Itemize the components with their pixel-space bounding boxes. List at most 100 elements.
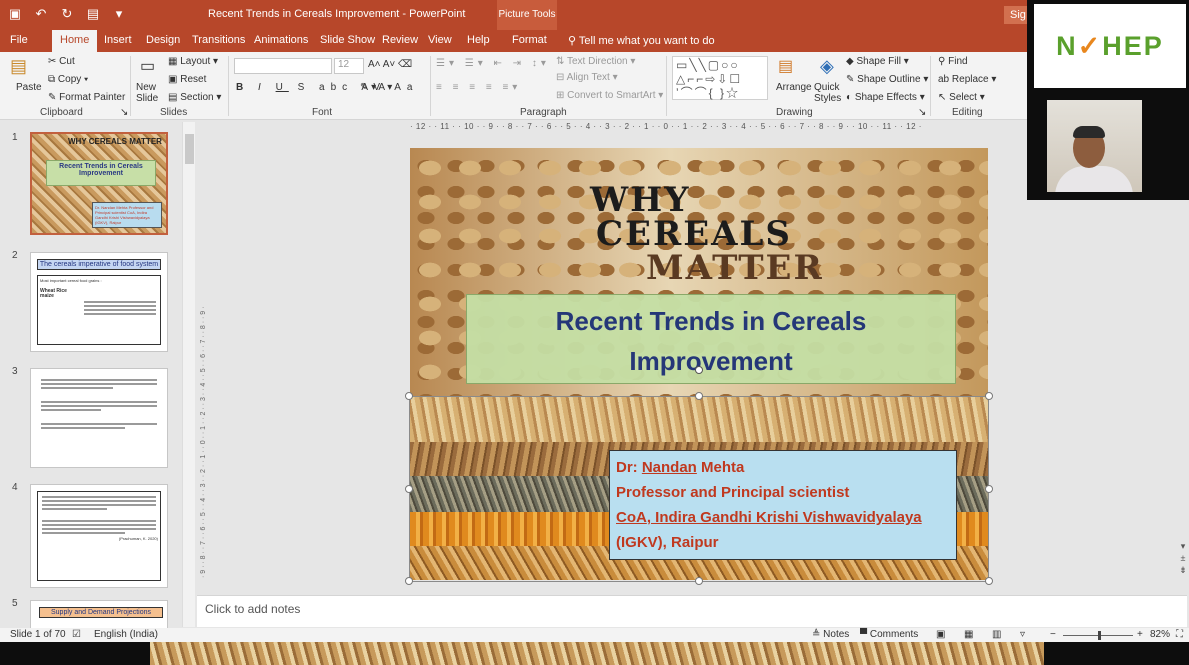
text-direction-button[interactable]: ⇅ Text Direction ▾ [556, 56, 635, 67]
comments-toggle-button[interactable]: ▀ Comments [860, 629, 918, 640]
slide-title-line-2: Improvement [629, 346, 793, 376]
customize-qat-icon[interactable]: ▾ [112, 7, 126, 21]
cut-label: Cut [59, 56, 75, 67]
rotate-handle-icon[interactable] [695, 366, 703, 374]
resize-handle[interactable] [695, 577, 703, 585]
drawing-group-label: Drawing [776, 107, 813, 118]
tab-design[interactable]: Design [146, 34, 180, 46]
slide-thumbnails-pane: 1 WHY CEREALS MATTER Recent Trends in Ce… [0, 120, 197, 628]
thumb-content: Most important cereal food grains : Whea… [37, 275, 161, 345]
slide-canvas[interactable]: WHY CEREALS MATTER Recent Trends in Cere… [410, 148, 988, 580]
smartart-icon: ⊞ [556, 90, 568, 101]
slideshow-view-icon[interactable]: ▿ [1020, 629, 1025, 640]
shapes-gallery[interactable]: ▭╲╲▢○○ △⌐⌐⇨⇩☐ ʼ⌒⌒{ }☆ [672, 56, 768, 100]
format-painter-button[interactable]: ✎ Format Painter [48, 92, 125, 103]
font-size-buttons[interactable]: A˄ A˅ ⌫ [368, 59, 412, 70]
slide-nav-arrows-icon[interactable]: ▾ ± ⇟ [1178, 540, 1188, 580]
quick-styles-button[interactable]: Quick Styles [814, 82, 846, 104]
author-institution-line-2: (IGKV), Raipur [616, 534, 719, 551]
reset-button[interactable]: ▣ Reset [168, 74, 206, 85]
slide-sorter-icon[interactable]: ▦ [964, 629, 973, 640]
thumbnail-slide-4[interactable]: (Prachuman, K. 2020) [30, 484, 168, 588]
new-slide-icon[interactable]: ▭ [140, 56, 155, 76]
zoom-in-icon[interactable]: + [1137, 629, 1143, 640]
resize-handle[interactable] [405, 485, 413, 493]
thumbnail-slide-3[interactable] [30, 368, 168, 468]
list-buttons[interactable]: ☰▾ ☰▾ ⇤ ⇥ ↕▾ [436, 58, 550, 69]
picture-tools-label: Picture Tools [497, 0, 557, 30]
notes-toggle-button[interactable]: ≜ Notes [812, 629, 849, 640]
resize-handle[interactable] [985, 577, 993, 585]
arrange-button[interactable]: Arrange [776, 82, 812, 93]
tab-insert[interactable]: Insert [104, 34, 132, 46]
tell-me-search[interactable]: ⚲ Tell me what you want to do [568, 34, 715, 47]
author-position: Professor and Principal scientist [616, 484, 850, 501]
alignment-buttons[interactable]: ≡ ≡ ≡ ≡ ≡▾ [436, 82, 521, 93]
tab-animations[interactable]: Animations [254, 34, 308, 46]
tab-help[interactable]: Help [467, 34, 490, 46]
thumbnail-slide-2[interactable]: The cereals imperative of food system Mo… [30, 252, 168, 352]
convert-smartart-label: Convert to SmartArt [567, 90, 656, 101]
save-icon[interactable]: ▣ [8, 7, 22, 21]
highlight-icon: ✎ ▾ [360, 82, 379, 93]
arrange-icon[interactable]: ▤ [778, 56, 793, 76]
font-color-button[interactable]: ✎ ▾ A ▾ [360, 82, 392, 93]
reading-view-icon[interactable]: ▥ [992, 629, 1001, 640]
quick-access-toolbar: ▣ ↶ ↻ ▤ ▾ [8, 7, 126, 21]
zoom-level[interactable]: 82% [1150, 629, 1170, 640]
thumbnail-slide-5[interactable]: Supply and Demand Projections [30, 600, 168, 628]
drawing-launcher-icon[interactable]: ↘ [918, 107, 926, 118]
convert-smartart-button[interactable]: ⊞ Convert to SmartArt ▾ [556, 90, 663, 101]
grain-band-image[interactable] [410, 396, 988, 442]
shape-fill-button[interactable]: ◆ Shape Fill ▾ [846, 56, 909, 67]
spellcheck-icon[interactable]: ☑ [72, 629, 81, 640]
tab-slide-show[interactable]: Slide Show [320, 34, 375, 46]
thumb-heading: Supply and Demand Projections [39, 607, 163, 618]
thumbnail-slide-1[interactable]: WHY CEREALS MATTER Recent Trends in Cere… [30, 132, 168, 235]
tab-file[interactable]: File [10, 34, 28, 46]
tab-home[interactable]: Home [52, 30, 98, 52]
tab-review[interactable]: Review [382, 34, 418, 46]
resize-handle[interactable] [985, 392, 993, 400]
editing-group-label: Editing [952, 107, 983, 118]
undo-icon[interactable]: ↶ [34, 7, 48, 21]
resize-handle[interactable] [405, 577, 413, 585]
copy-button[interactable]: ⧉ Copy ▾ [48, 74, 88, 85]
cut-button[interactable]: ✂ Cut [48, 56, 75, 67]
align-text-button[interactable]: ⊟ Align Text ▾ [556, 72, 618, 83]
paste-button[interactable]: Paste [16, 82, 42, 93]
thumb-number: 4 [12, 482, 18, 493]
redo-icon[interactable]: ↻ [60, 7, 74, 21]
paste-icon[interactable]: ▤ [10, 56, 27, 77]
section-button[interactable]: ▤ Section ▾ [168, 92, 221, 103]
tab-transitions[interactable]: Transitions [192, 34, 245, 46]
thumbnails-scrollbar[interactable] [182, 122, 195, 627]
clipboard-launcher-icon[interactable]: ↘ [120, 107, 128, 118]
layout-button[interactable]: ▦ Layout ▾ [168, 56, 218, 67]
font-size-select[interactable]: 12 [334, 58, 364, 74]
resize-handle[interactable] [405, 392, 413, 400]
select-button[interactable]: ↖ Select ▾ [938, 92, 985, 103]
scrollbar-thumb[interactable] [185, 134, 194, 164]
shape-outline-button[interactable]: ✎ Shape Outline ▾ [846, 74, 928, 85]
find-button[interactable]: ⚲ Find [938, 56, 968, 67]
shape-effects-button[interactable]: ◐ Shape Effects ▾ [846, 92, 925, 103]
quick-styles-icon[interactable]: ◈ [820, 56, 834, 77]
notes-pane[interactable]: Click to add notes [197, 595, 1187, 627]
language-indicator[interactable]: English (India) [94, 629, 158, 640]
zoom-slider-thumb[interactable] [1098, 631, 1101, 640]
zoom-out-icon[interactable]: − [1050, 629, 1056, 640]
resize-handle[interactable] [695, 392, 703, 400]
tab-view[interactable]: View [428, 34, 452, 46]
present-icon[interactable]: ▤ [86, 7, 100, 21]
copy-icon: ⧉ [48, 74, 58, 85]
fit-to-window-icon[interactable]: ⛶ [1176, 629, 1183, 640]
new-slide-button[interactable]: New Slide [136, 82, 166, 104]
font-family-select[interactable] [234, 58, 332, 74]
author-info-box[interactable]: Dr: Nandan Mehta Professor and Principal… [609, 450, 957, 560]
slide-title-box[interactable]: Recent Trends in Cereals Improvement [466, 294, 956, 384]
tab-format[interactable]: Format [512, 34, 547, 46]
replace-button[interactable]: ab Replace ▾ [938, 74, 996, 85]
normal-view-icon[interactable]: ▣ [936, 629, 945, 640]
resize-handle[interactable] [985, 485, 993, 493]
